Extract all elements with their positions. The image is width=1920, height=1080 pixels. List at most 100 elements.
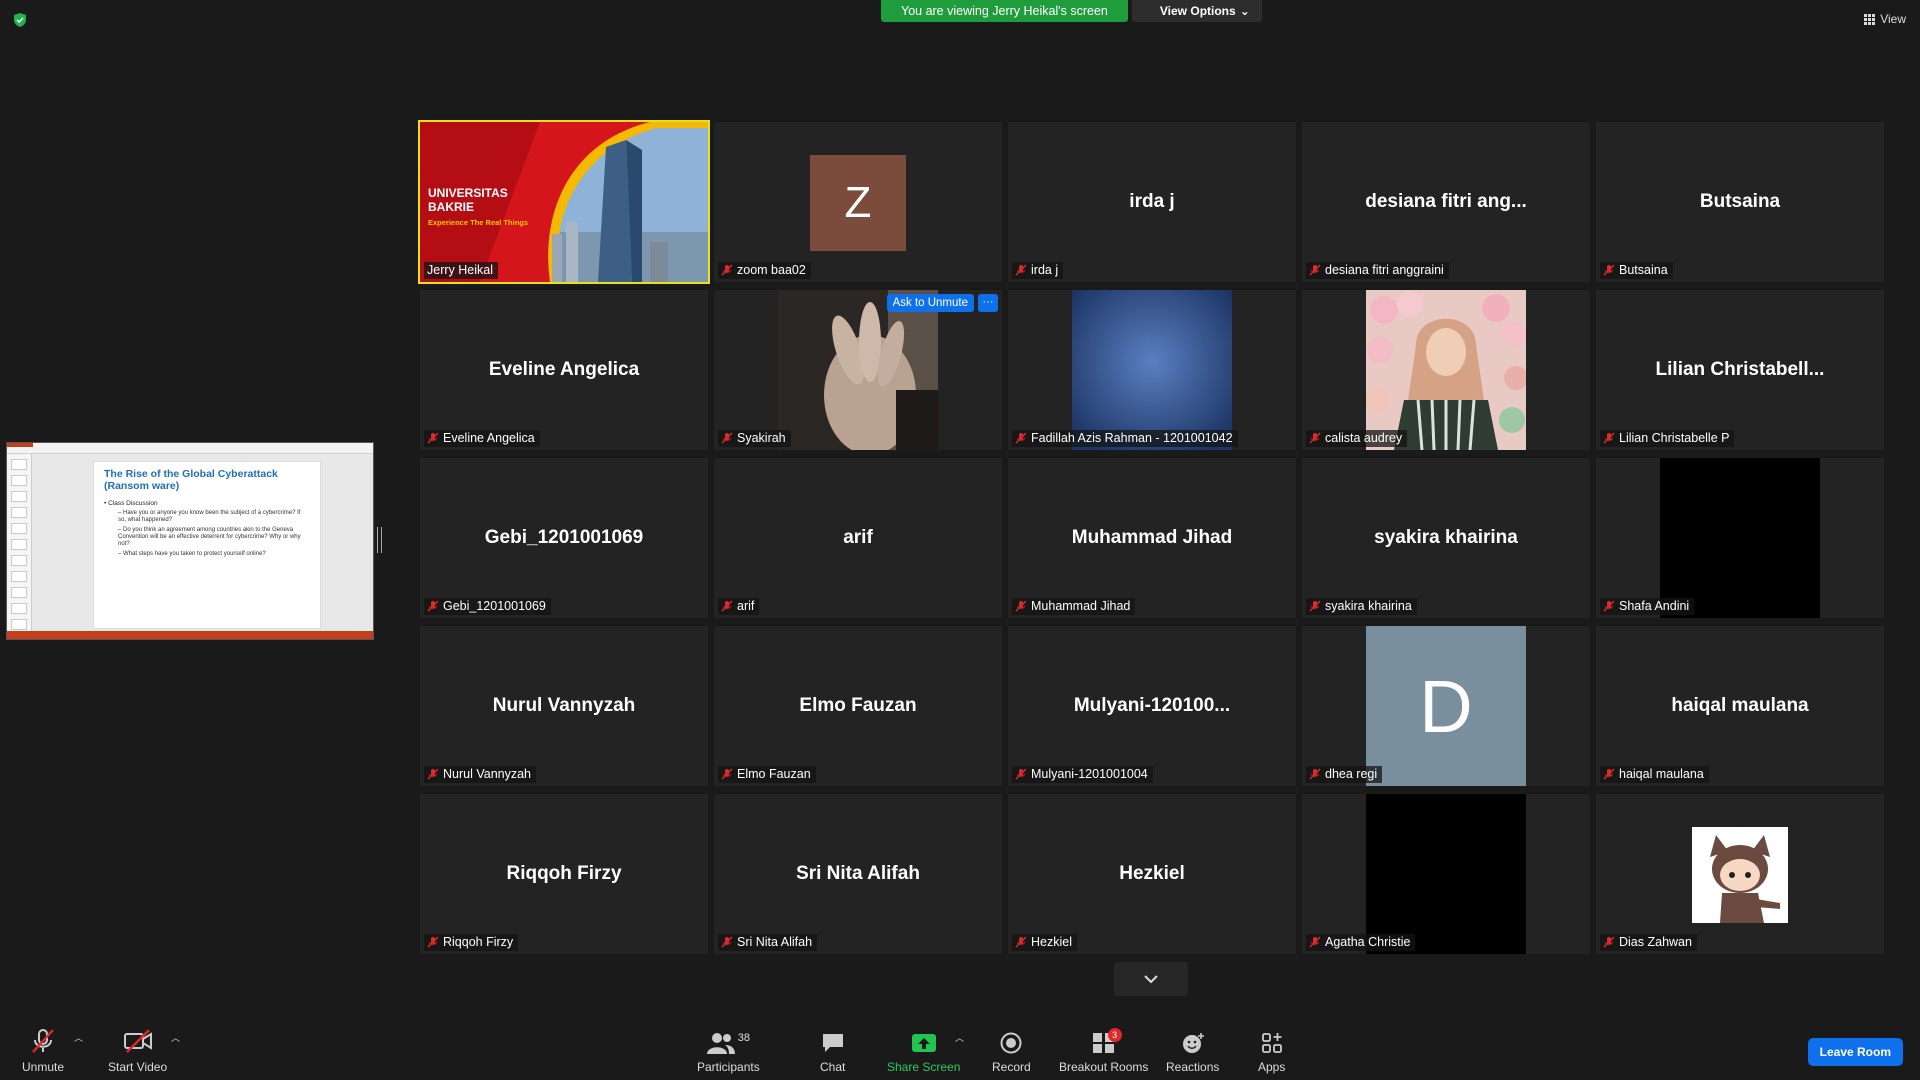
unmute-label: Unmute xyxy=(22,1060,65,1074)
participant-name-label: zoom baa02 xyxy=(718,262,811,279)
participant-name-label: Lilian Christabelle P xyxy=(1600,430,1735,447)
reactions-button[interactable]: Reactions xyxy=(1166,1032,1219,1074)
participant-tile[interactable]: Agatha Christie xyxy=(1302,794,1590,954)
participant-tile[interactable]: Ask to Unmute ··· Syakirah xyxy=(714,290,1002,450)
participant-tile[interactable]: arif arif xyxy=(714,458,1002,618)
muted-mic-icon xyxy=(1309,768,1321,780)
participant-name-label: Elmo Fauzan xyxy=(718,766,816,783)
view-options-button[interactable]: View Options ⌄ xyxy=(1131,0,1262,22)
participant-name-label: Mulyani-1201001004 xyxy=(1012,766,1153,783)
view-label: View xyxy=(1880,12,1906,26)
participant-tile[interactable]: Shafa Andini xyxy=(1596,458,1884,618)
participant-display-name: irda j xyxy=(1129,191,1175,212)
participant-tile[interactable]: Mulyani-120100... Mulyani-1201001004 xyxy=(1008,626,1296,786)
screen-share-banner: You are viewing Jerry Heikal's screen Vi… xyxy=(881,0,1262,22)
participant-tile[interactable]: desiana fitri ang... desiana fitri anggr… xyxy=(1302,122,1590,282)
participants-count: 38 xyxy=(737,1032,750,1044)
muted-mic-icon xyxy=(721,264,733,276)
participant-display-name: syakira khairina xyxy=(1374,527,1518,548)
next-page-button[interactable] xyxy=(1114,962,1188,996)
participant-name-label: Sri Nita Alifah xyxy=(718,934,818,951)
muted-mic-icon xyxy=(721,936,733,948)
muted-mic-icon xyxy=(1309,936,1321,948)
ask-to-unmute-button[interactable]: Ask to Unmute xyxy=(886,294,974,312)
participant-display-name: Gebi_1201001069 xyxy=(484,527,644,548)
start-video-button[interactable]: Start Video xyxy=(108,1028,167,1074)
muted-mic-icon xyxy=(427,768,439,780)
participant-tile[interactable]: haiqal maulana haiqal maulana xyxy=(1596,626,1884,786)
participant-display-name: Eveline Angelica xyxy=(488,359,640,380)
breakout-rooms-label: Breakout Rooms xyxy=(1059,1060,1149,1074)
muted-mic-icon xyxy=(1015,936,1027,948)
view-button[interactable]: View xyxy=(1864,12,1906,26)
participant-tile[interactable]: Z zoom baa02 xyxy=(714,122,1002,282)
participant-tile[interactable]: Riqqoh Firzy Riqqoh Firzy xyxy=(420,794,708,954)
viewing-banner-text: You are viewing Jerry Heikal's screen xyxy=(881,0,1128,22)
leave-room-button[interactable]: Leave Room xyxy=(1807,1038,1903,1066)
participant-video xyxy=(1660,458,1820,618)
muted-mic-icon xyxy=(721,432,733,444)
powerpoint-ribbon xyxy=(7,443,373,454)
chat-button[interactable]: Chat xyxy=(820,1032,845,1074)
participant-gallery: UNIVERSITAS BAKRIE Experience The Real T… xyxy=(418,120,1884,958)
slide-bullet: • Class Discussion xyxy=(104,500,158,507)
video-options-caret-icon[interactable]: ︿ xyxy=(171,1031,180,1044)
participant-video xyxy=(1072,290,1232,450)
chat-label: Chat xyxy=(820,1060,846,1074)
participant-name-label: syakira khairina xyxy=(1306,598,1417,615)
muted-mic-icon xyxy=(427,936,439,948)
participant-tile[interactable]: syakira khairina syakira khairina xyxy=(1302,458,1590,618)
record-icon xyxy=(1000,1032,1022,1054)
participant-name-label: dhea regi xyxy=(1306,766,1383,783)
participant-display-name: Riqqoh Firzy xyxy=(506,863,622,884)
participant-tile[interactable]: Butsaina Butsaina xyxy=(1596,122,1884,282)
participant-name-label: Syakirah xyxy=(718,430,791,447)
chevron-down-icon xyxy=(1144,975,1158,984)
start-video-label: Start Video xyxy=(108,1060,168,1074)
muted-mic-icon xyxy=(1015,768,1027,780)
participant-tile-active-speaker[interactable]: UNIVERSITAS BAKRIE Experience The Real T… xyxy=(418,120,710,284)
grid-view-icon xyxy=(1864,13,1876,25)
participant-tile[interactable]: calista audrey xyxy=(1302,290,1590,450)
participant-tile[interactable]: Nurul Vannyzah Nurul Vannyzah xyxy=(420,626,708,786)
participant-tile[interactable]: Gebi_1201001069 Gebi_1201001069 xyxy=(420,458,708,618)
participant-name-label: irda j xyxy=(1012,262,1064,279)
participant-name-label: Muhammad Jihad xyxy=(1012,598,1136,615)
participant-tile[interactable]: Lilian Christabell... Lilian Christabell… xyxy=(1596,290,1884,450)
participant-tile[interactable]: Elmo Fauzan Elmo Fauzan xyxy=(714,626,1002,786)
participant-tile[interactable]: Fadillah Azis Rahman - 1201001042 xyxy=(1008,290,1296,450)
muted-mic-icon xyxy=(1603,936,1615,948)
participant-name-label: desiana fitri anggraini xyxy=(1306,262,1449,279)
avatar: Z xyxy=(810,155,906,251)
apps-label: Apps xyxy=(1258,1060,1286,1074)
breakout-rooms-button[interactable]: 3 Breakout Rooms xyxy=(1059,1028,1149,1074)
record-button[interactable]: Record xyxy=(992,1032,1031,1074)
view-options-label: View Options xyxy=(1159,4,1236,18)
participant-name-label: Hezkiel xyxy=(1012,934,1077,951)
muted-mic-icon xyxy=(427,600,439,612)
unmute-button[interactable]: Unmute xyxy=(22,1028,64,1074)
participant-tile[interactable]: Eveline Angelica Eveline Angelica xyxy=(420,290,708,450)
slide-sub-bullet: – Do you think an agreement among countr… xyxy=(118,527,301,547)
participant-display-name: Mulyani-120100... xyxy=(1073,695,1231,716)
participant-video xyxy=(1366,290,1526,450)
participant-tile[interactable]: irda j irda j xyxy=(1008,122,1296,282)
split-view-handle[interactable] xyxy=(377,527,382,553)
audio-options-caret-icon[interactable]: ︿ xyxy=(74,1031,83,1044)
participant-tile[interactable]: D dhea regi xyxy=(1302,626,1590,786)
participant-name-label: Dias Zahwan xyxy=(1600,934,1697,951)
share-screen-button[interactable]: Share Screen xyxy=(887,1032,960,1074)
security-shield-icon[interactable] xyxy=(12,12,28,28)
participant-tile[interactable]: Muhammad Jihad Muhammad Jihad xyxy=(1008,458,1296,618)
apps-button[interactable]: Apps xyxy=(1258,1032,1285,1074)
participant-tile[interactable]: Dias Zahwan xyxy=(1596,794,1884,954)
share-options-caret-icon[interactable]: ︿ xyxy=(955,1031,964,1044)
tile-more-options-button[interactable]: ··· xyxy=(978,294,998,312)
shared-screen-thumbnail[interactable]: The Rise of the Global Cyberattack (Rans… xyxy=(6,442,374,640)
video-off-icon xyxy=(123,1029,152,1053)
participant-display-name: Nurul Vannyzah xyxy=(492,695,636,716)
participant-tile[interactable]: Hezkiel Hezkiel xyxy=(1008,794,1296,954)
participant-display-name: Elmo Fauzan xyxy=(799,695,917,716)
participants-button[interactable]: 38 Participants xyxy=(697,1032,760,1074)
participant-tile[interactable]: Sri Nita Alifah Sri Nita Alifah xyxy=(714,794,1002,954)
